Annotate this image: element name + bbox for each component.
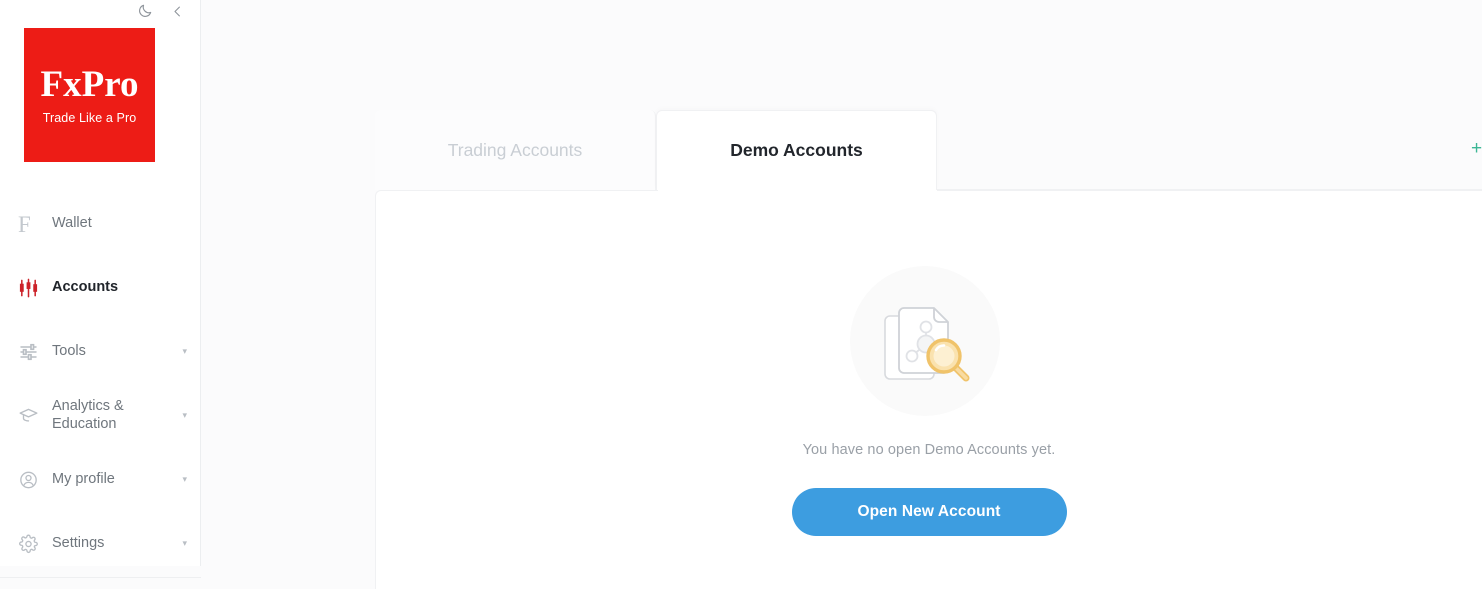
sidebar-item-tools[interactable]: Tools ▾ — [0, 320, 201, 384]
sidebar-item-label: Accounts — [52, 279, 119, 296]
sliders-icon — [18, 340, 44, 364]
sidebar-bottom-spacer — [0, 566, 201, 577]
sidebar-item-label: Wallet — [52, 215, 92, 232]
sidebar-item-label: My profile — [52, 471, 115, 488]
create-new-account-button[interactable]: + Create new account — [1471, 139, 1482, 160]
tab-label: Demo Accounts — [730, 140, 863, 160]
logo-tagline: Trade Like a Pro — [42, 110, 137, 125]
chevron-down-icon[interactable]: ▾ — [182, 538, 187, 550]
fxpro-logo[interactable]: FxPro Trade Like a Pro — [24, 28, 155, 162]
logo-wordmark: FxPro — [40, 63, 139, 105]
gear-icon — [18, 532, 44, 556]
sidebar-item-wallet[interactable]: F Wallet — [0, 192, 201, 256]
sidebar-nav: F Wallet Accounts Tools ▾ Analytics & Ed… — [0, 192, 201, 576]
chevron-left-icon[interactable] — [169, 3, 186, 20]
chevron-down-icon[interactable]: ▾ — [182, 410, 187, 422]
sidebar-item-my-profile[interactable]: My profile ▾ — [0, 448, 201, 512]
tab-trading-accounts[interactable]: Trading Accounts — [375, 110, 656, 190]
fxpro-direct-app: FxPro Trade Like a Pro F Wallet Accounts… — [0, 0, 1482, 589]
chevron-down-icon[interactable]: ▾ — [182, 346, 187, 358]
sidebar-item-analytics-education[interactable]: Analytics & Education ▾ — [0, 384, 201, 448]
sidebar-item-label: Tools — [52, 343, 86, 360]
documents-magnifier-icon — [850, 266, 1000, 416]
tab-label: Trading Accounts — [447, 139, 583, 160]
tab-seam — [658, 190, 937, 192]
graduation-cap-icon — [18, 404, 44, 428]
candlestick-icon — [18, 276, 44, 300]
sidebar-item-accounts[interactable]: Accounts — [0, 256, 201, 320]
fxpro-f-icon: F — [18, 211, 31, 237]
chevron-down-icon[interactable]: ▾ — [182, 474, 187, 486]
open-new-account-button[interactable]: Open New Account — [791, 488, 1067, 536]
accounts-tabbar: Trading Accounts Demo Accounts + Create … — [375, 110, 1482, 190]
empty-state: You have no open Demo Accounts yet. Open… — [376, 266, 1482, 536]
accounts-panel: You have no open Demo Accounts yet. Open… — [375, 190, 1482, 589]
tab-demo-accounts[interactable]: Demo Accounts — [656, 110, 937, 190]
user-circle-icon — [18, 468, 44, 492]
sidebar: FxPro Trade Like a Pro F Wallet Accounts… — [0, 0, 201, 578]
plus-icon: + — [1471, 138, 1482, 159]
sidebar-item-label: Analytics & Education — [52, 398, 124, 432]
tabbar-spacer: + Create new account — [937, 110, 1482, 190]
moon-icon[interactable] — [136, 3, 153, 20]
sidebar-item-label: Settings — [52, 535, 105, 552]
main-content: Trading Accounts Demo Accounts + Create … — [201, 0, 1482, 589]
empty-state-message: You have no open Demo Accounts yet. — [802, 442, 1056, 458]
sidebar-topbar — [110, 0, 200, 22]
